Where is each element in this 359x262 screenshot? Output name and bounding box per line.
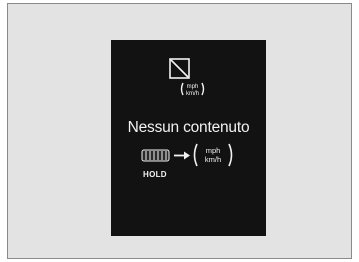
no-content-message: Nessun contenuto — [127, 119, 250, 136]
right-arrow-icon — [174, 151, 190, 160]
thumbwheel-icon — [141, 149, 170, 162]
unit-bottom-label: km/h — [186, 91, 199, 97]
illustration-frame: mph km/h Nessun contenuto mph km/h HOLD — [7, 3, 352, 259]
unit-toggle-icon: mph km/h — [193, 143, 233, 167]
hold-label: HOLD — [143, 170, 167, 179]
hold-to-switch-units-instruction: mph km/h — [141, 143, 233, 167]
unit-bottom-label: km/h — [205, 155, 221, 164]
unit-toggle-icon: mph km/h — [180, 82, 205, 97]
no-content-icon: mph km/h — [169, 58, 205, 97]
instrument-display: mph km/h Nessun contenuto mph km/h HOLD — [111, 40, 266, 236]
empty-content-slash — [170, 59, 189, 78]
unit-top-label: mph — [206, 146, 221, 155]
unit-top-label: mph — [187, 84, 199, 90]
